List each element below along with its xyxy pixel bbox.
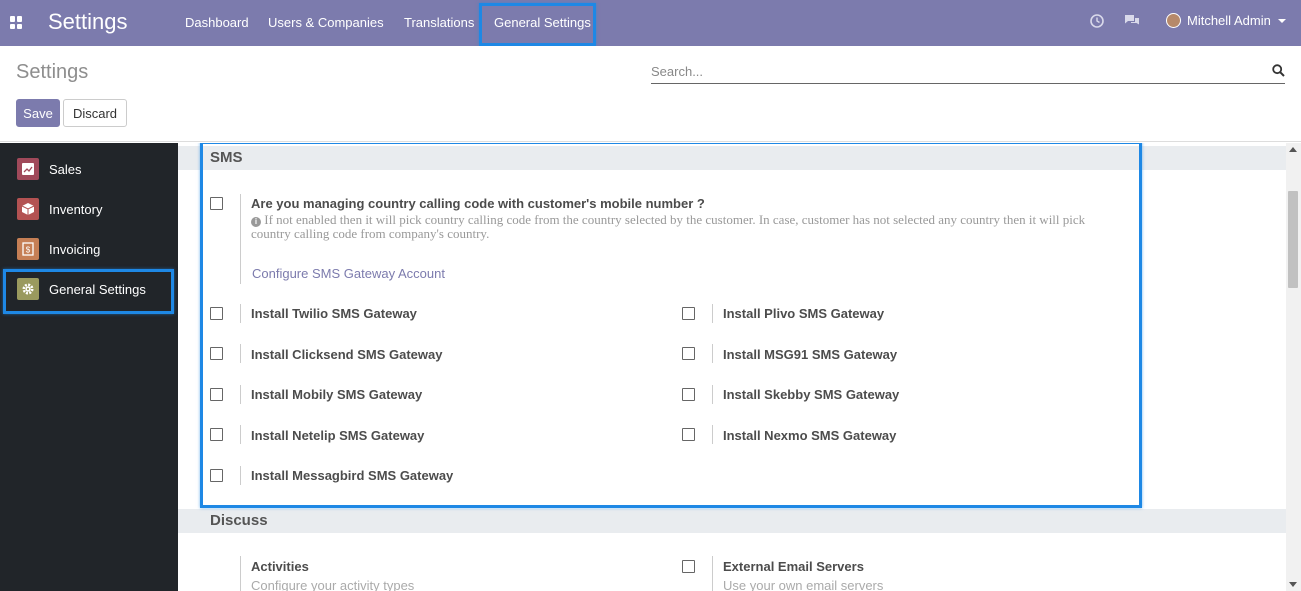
top-navbar: Settings Dashboard Users & Companies Tra… xyxy=(0,0,1301,46)
sales-icon xyxy=(17,158,39,180)
external-email-label: External Email Servers xyxy=(723,559,864,574)
user-menu[interactable]: Mitchell Admin xyxy=(1166,13,1286,28)
sidebar-item-label: Invoicing xyxy=(49,241,101,257)
menu-translations[interactable]: Translations xyxy=(404,15,474,30)
avatar xyxy=(1166,13,1181,28)
search-icon[interactable] xyxy=(1272,64,1285,82)
settings-content: SMS Are you managing country calling cod… xyxy=(178,143,1286,591)
menu-dashboard[interactable]: Dashboard xyxy=(185,15,249,30)
chevron-down-icon xyxy=(1277,18,1286,23)
app-title: Settings xyxy=(48,9,128,34)
messages-icon[interactable] xyxy=(1124,14,1140,33)
search-bar xyxy=(651,60,1285,84)
sidebar-item-label: Inventory xyxy=(49,201,103,217)
search-input[interactable] xyxy=(651,60,1251,82)
divider xyxy=(240,556,241,591)
page-title: Settings xyxy=(16,61,89,83)
sidebar-item-inventory[interactable]: Inventory xyxy=(0,189,178,229)
sidebar-highlight-box xyxy=(3,269,174,314)
discard-button[interactable]: Discard xyxy=(63,99,127,127)
sidebar-item-label: Sales xyxy=(49,161,82,177)
control-panel: Settings Save Discard xyxy=(0,46,1301,142)
activities-description: Configure your activity types xyxy=(251,578,415,591)
activities-label: Activities xyxy=(251,559,309,574)
apps-menu-icon[interactable] xyxy=(10,16,23,29)
external-email-checkbox[interactable] xyxy=(682,560,695,573)
sidebar-item-sales[interactable]: Sales xyxy=(0,149,178,189)
invoicing-icon: $ xyxy=(17,238,39,260)
external-email-description: Use your own email servers xyxy=(723,578,884,591)
menu-highlight-box xyxy=(479,3,596,46)
inventory-icon xyxy=(17,198,39,220)
sms-section-highlight-box xyxy=(200,143,1142,508)
scrollbar-thumb[interactable] xyxy=(1288,191,1298,288)
user-name: Mitchell Admin xyxy=(1187,13,1271,28)
scroll-down-arrow-icon[interactable] xyxy=(1289,582,1297,587)
scrollbar[interactable] xyxy=(1286,143,1301,591)
settings-sidebar: Sales Inventory $ Invoicing General Sett… xyxy=(0,143,178,591)
menu-users-companies[interactable]: Users & Companies xyxy=(268,15,384,30)
discuss-section-heading: Discuss xyxy=(178,509,1286,533)
scroll-up-arrow-icon[interactable] xyxy=(1289,147,1297,152)
svg-text:$: $ xyxy=(26,246,31,255)
divider xyxy=(712,556,713,591)
save-button[interactable]: Save xyxy=(16,99,60,127)
sidebar-item-invoicing[interactable]: $ Invoicing xyxy=(0,229,178,269)
activity-clock-icon[interactable] xyxy=(1090,14,1104,33)
